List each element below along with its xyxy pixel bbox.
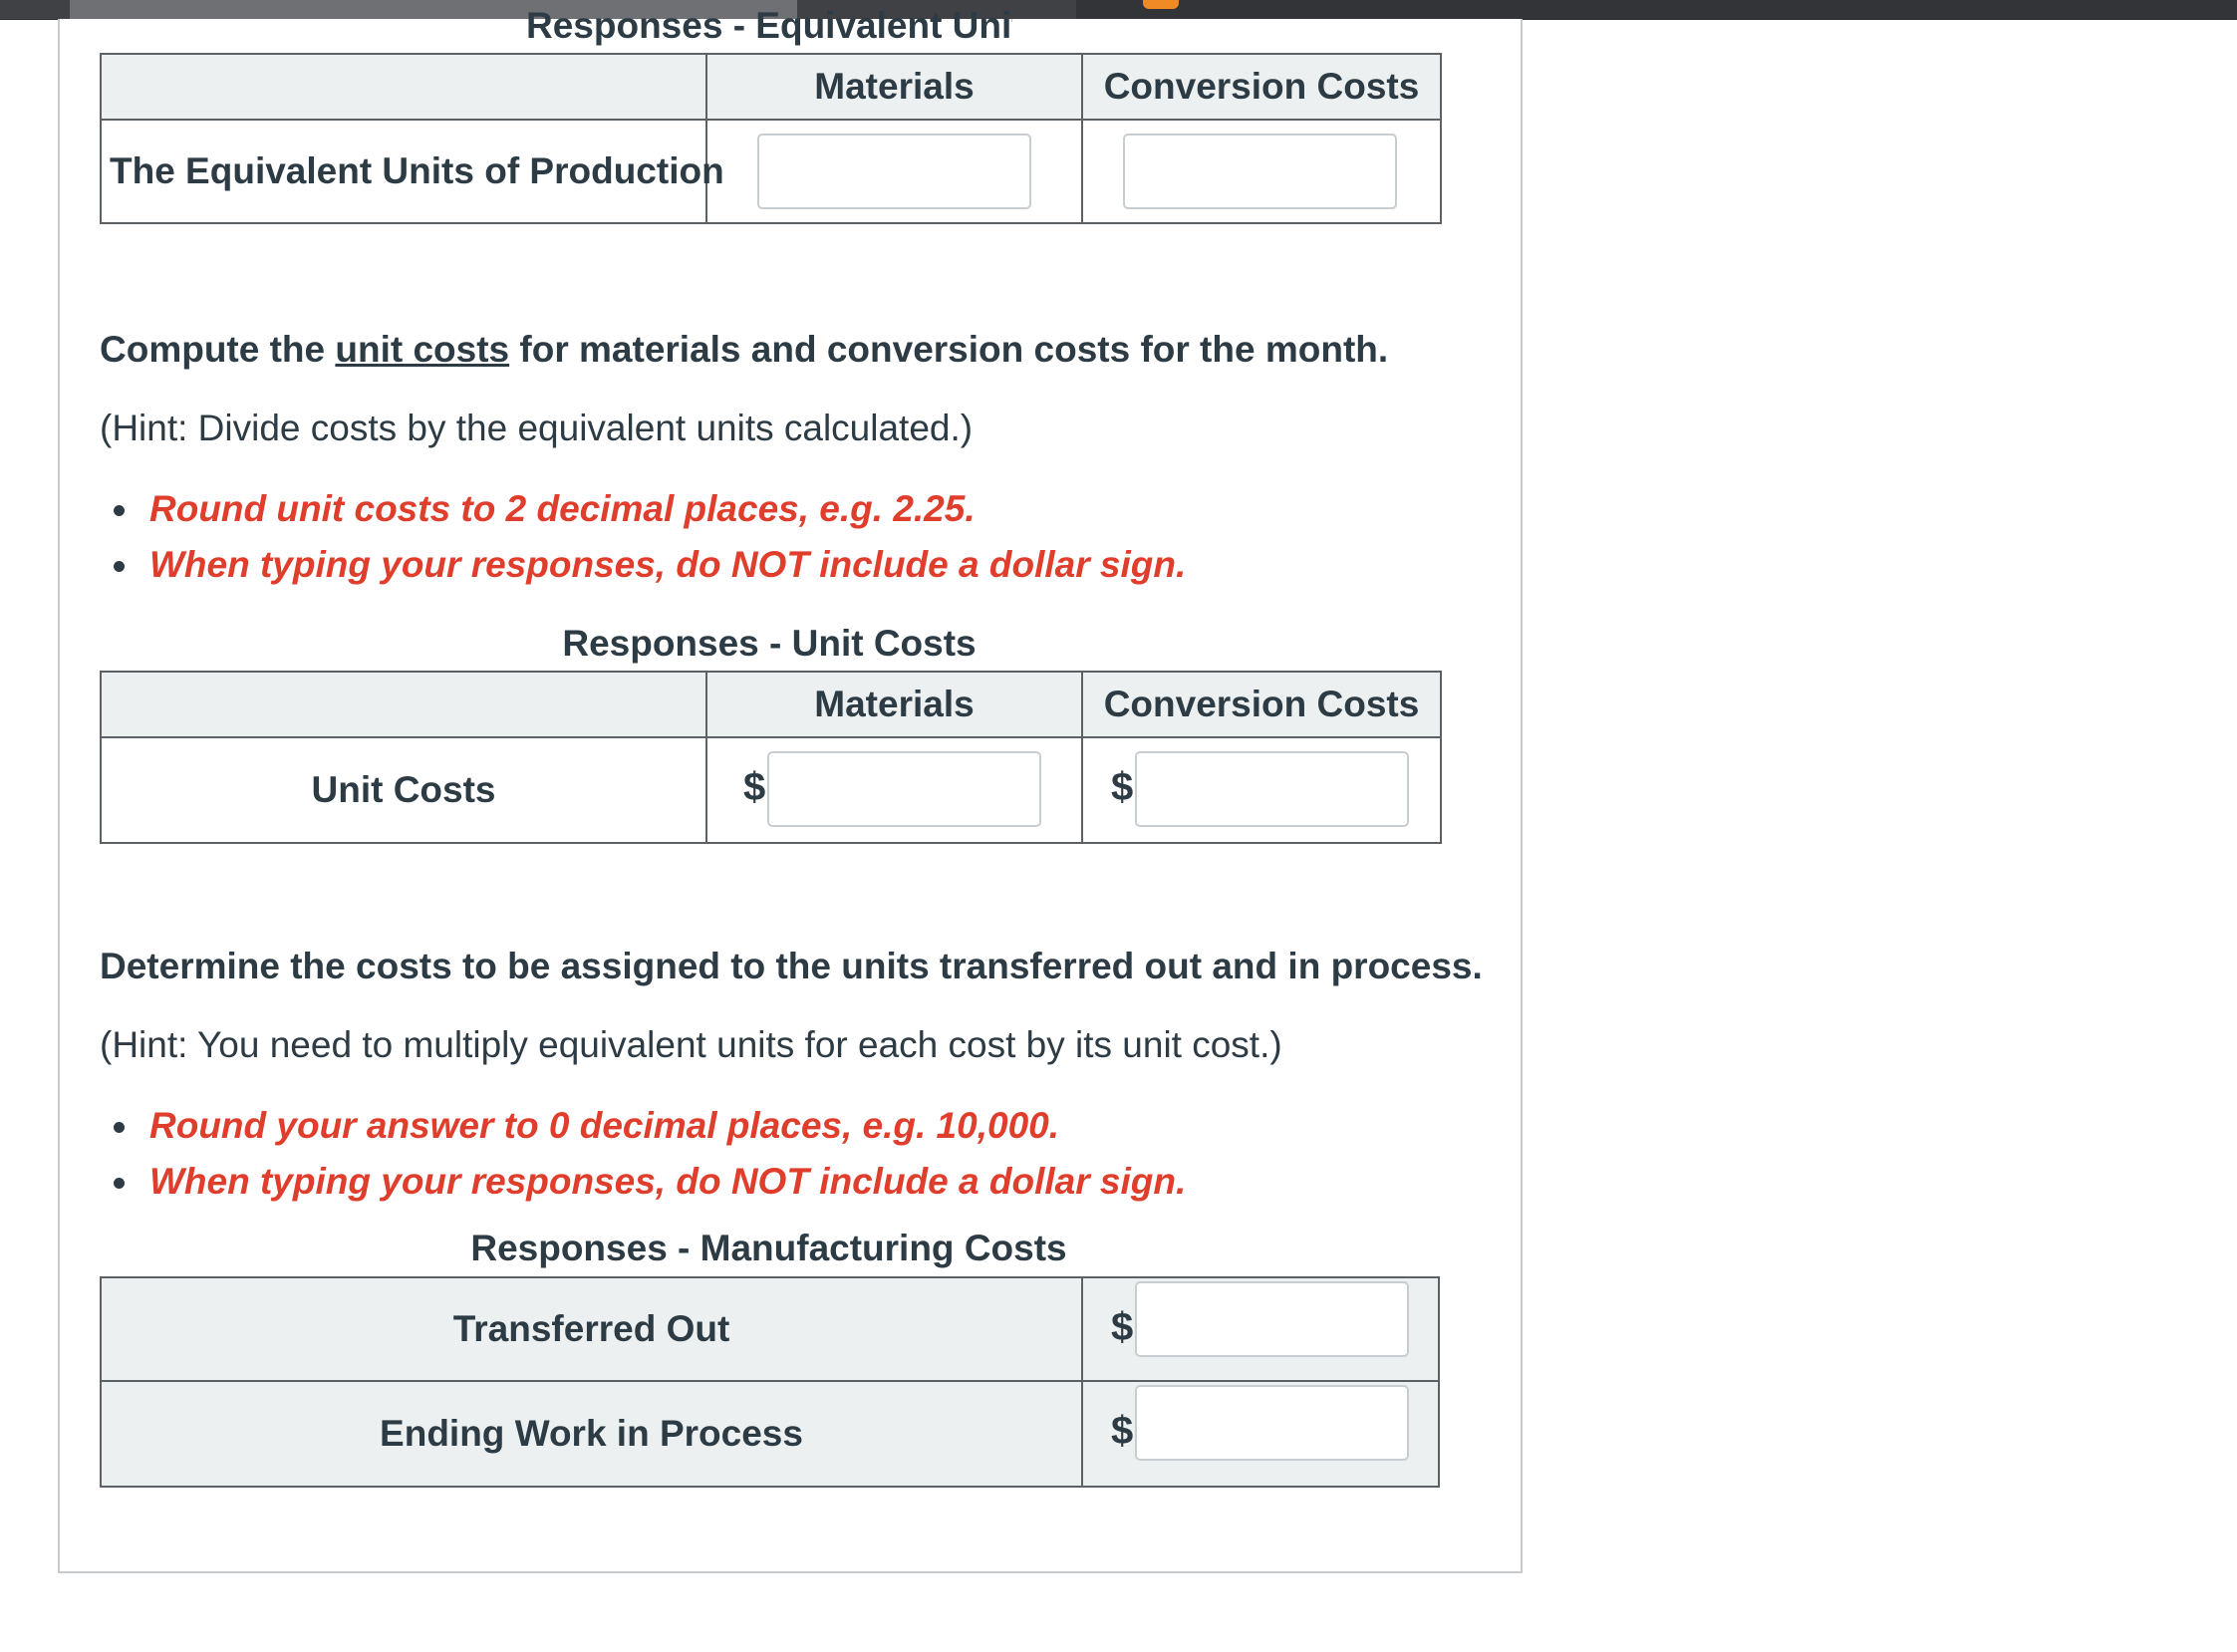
assign-costs-rules: Round your answer to 0 decimal places, e… <box>100 1098 1186 1210</box>
ending-wip-label: Ending Work in Process <box>100 1380 1083 1488</box>
equivalent-units-caption: Responses - Equivalent Units <box>526 6 1012 46</box>
top-toolbar <box>0 0 2237 20</box>
rule-item: Round unit costs to 2 decimal places, e.… <box>100 481 1186 537</box>
unit-costs-header-conversion: Conversion Costs <box>1081 671 1442 738</box>
assign-costs-instruction: Determine the costs to be assigned to th… <box>100 946 1483 986</box>
toolbar-segment <box>1076 0 2237 19</box>
manufacturing-costs-table: Transferred Out $ Ending Work in Process… <box>100 1276 1440 1488</box>
equivalent-units-conversion-cell <box>1081 119 1442 224</box>
unit-costs-hint: (Hint: Divide costs by the equivalent un… <box>100 408 974 448</box>
dollar-sign: $ <box>743 765 766 809</box>
transferred-out-input[interactable] <box>1135 1281 1409 1357</box>
dollar-sign: $ <box>1111 1409 1134 1453</box>
unit-costs-row-label: Unit Costs <box>100 736 707 844</box>
instruction-suffix: for materials and conversion costs for t… <box>509 329 1389 370</box>
notification-tab[interactable] <box>1143 0 1179 9</box>
equivalent-units-table: Materials Conversion Costs The Equivalen… <box>100 53 1442 224</box>
transferred-out-cell: $ <box>1081 1276 1440 1382</box>
equivalent-units-conversion-input[interactable] <box>1123 134 1397 209</box>
unit-costs-materials-cell: $ <box>705 736 1083 844</box>
dollar-sign: $ <box>1111 1305 1134 1349</box>
page: Responses - Equivalent Units Materials C… <box>0 0 2237 1652</box>
equivalent-units-row-label: The Equivalent Units of Production <box>100 119 724 224</box>
instruction-prefix: Compute the <box>100 329 336 370</box>
unit-costs-conversion-input[interactable] <box>1135 751 1409 827</box>
unit-costs-table: Materials Conversion Costs Unit Costs $ … <box>100 671 1442 844</box>
equivalent-units-materials-cell <box>705 119 1083 224</box>
unit-costs-conversion-cell: $ <box>1081 736 1442 844</box>
equivalent-units-header-conversion: Conversion Costs <box>1081 53 1442 121</box>
unit-costs-header-materials: Materials <box>705 671 1083 738</box>
unit-costs-rules: Round unit costs to 2 decimal places, e.… <box>100 481 1186 593</box>
dollar-sign: $ <box>1111 765 1134 809</box>
unit-costs-instruction: Compute the unit costs for materials and… <box>100 326 1388 374</box>
unit-costs-materials-input[interactable] <box>767 751 1041 827</box>
unit-costs-glossary-link[interactable]: unit costs <box>335 329 509 370</box>
ending-wip-input[interactable] <box>1135 1385 1409 1461</box>
ending-wip-cell: $ <box>1081 1380 1440 1488</box>
assign-costs-hint: (Hint: You need to multiply equivalent u… <box>100 1024 1282 1065</box>
rule-item: When typing your responses, do NOT inclu… <box>100 537 1186 593</box>
equivalent-units-header-materials: Materials <box>705 53 1083 121</box>
equivalent-units-header-blank <box>100 53 707 121</box>
transferred-out-label: Transferred Out <box>100 1276 1083 1382</box>
manufacturing-costs-caption: Responses - Manufacturing Costs <box>470 1228 1067 1268</box>
unit-costs-caption: Responses - Unit Costs <box>562 623 977 664</box>
rule-item: When typing your responses, do NOT inclu… <box>100 1154 1186 1210</box>
rule-item: Round your answer to 0 decimal places, e… <box>100 1098 1186 1154</box>
equivalent-units-materials-input[interactable] <box>757 134 1031 209</box>
unit-costs-header-blank <box>100 671 707 738</box>
